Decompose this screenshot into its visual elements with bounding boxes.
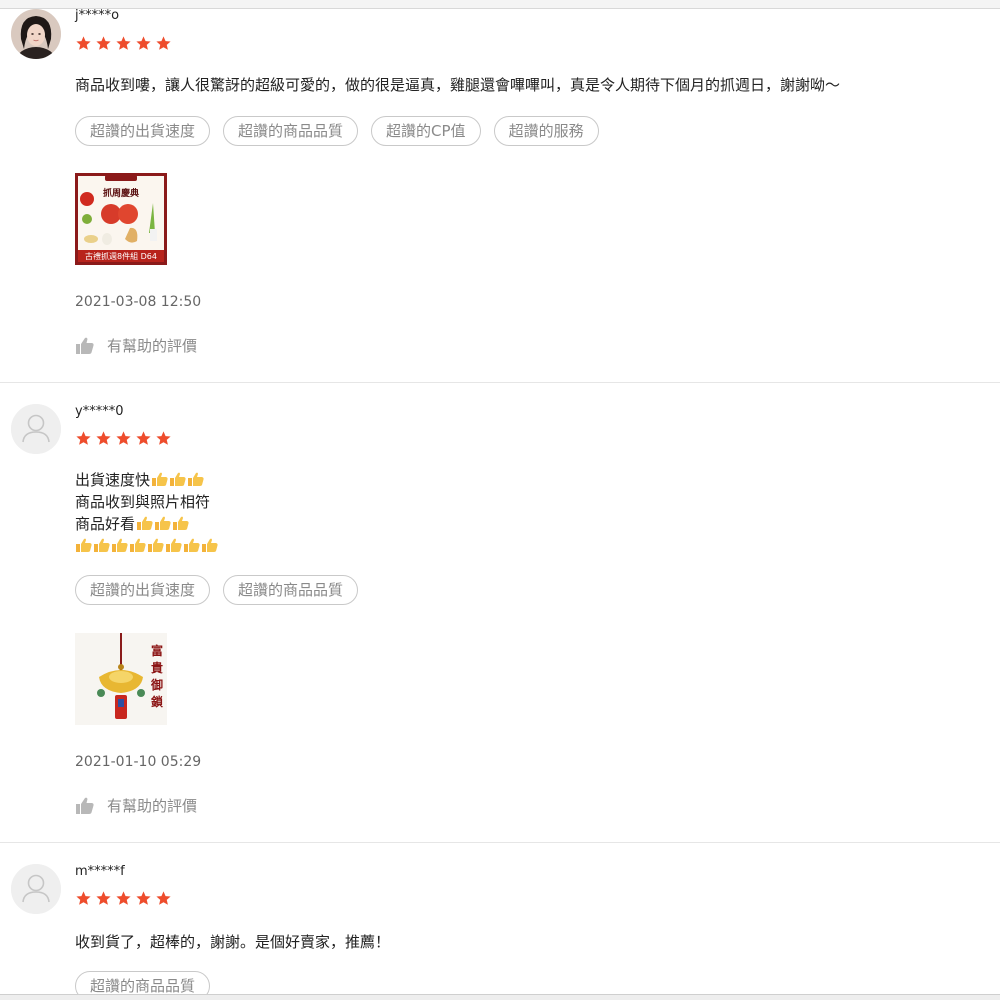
default-user-icon xyxy=(11,864,61,914)
thumbs-up-emoji-group xyxy=(75,538,219,553)
review-timestamp: 2021-01-10 05:29 xyxy=(75,754,202,770)
star-icon xyxy=(116,431,131,445)
review-item: y*****0 出貨速度快 商品收到與照片相符 商品好看 超讚的出貨速度 超讚的… xyxy=(0,383,1000,843)
star-icon xyxy=(116,36,131,50)
product-photo-icon: 富 貴 御 鎖 xyxy=(75,633,167,725)
reviewer-username: j*****o xyxy=(75,8,120,23)
star-rating xyxy=(75,430,172,447)
thumbs-up-emoji-group xyxy=(136,516,190,531)
photo-label: 古禮抓週8件組 D64 xyxy=(85,251,157,261)
helpful-label: 有幫助的評價 xyxy=(107,797,198,815)
helpful-button[interactable]: 有幫助的評價 xyxy=(75,795,197,816)
thumbs-up-emoji-icon xyxy=(202,538,218,552)
review-item: j*****o 商品收到嘍，讓人很驚訝的超級可愛的，做的很是逼真，雞腿還會嗶嗶叫… xyxy=(0,0,1000,383)
review-comment: 商品收到嘍，讓人很驚訝的超級可愛的，做的很是逼真，雞腿還會嗶嗶叫，真是令人期待下… xyxy=(75,74,840,96)
product-photo-icon: 抓周慶典 古禮抓週8件組 D64 xyxy=(75,173,167,265)
star-icon xyxy=(156,36,171,50)
review-comment: 出貨速度快 商品收到與照片相符 商品好看 xyxy=(75,469,219,557)
review-tag[interactable]: 超讚的商品品質 xyxy=(223,116,359,146)
review-comment: 收到貨了，超棒的，謝謝。是個好賣家，推薦！ xyxy=(75,931,390,953)
helpful-label: 有幫助的評價 xyxy=(107,337,198,355)
thumbs-up-emoji-icon xyxy=(152,472,168,486)
comment-line: 商品收到與照片相符 xyxy=(75,493,211,511)
avatar[interactable] xyxy=(11,404,61,454)
avatar[interactable] xyxy=(11,864,61,914)
thumbs-up-emoji-icon xyxy=(94,538,110,552)
review-tag[interactable]: 超讚的商品品質 xyxy=(223,575,359,605)
star-icon xyxy=(96,891,111,905)
thumbs-up-icon xyxy=(76,337,94,354)
reviewer-username: m*****f xyxy=(75,864,125,879)
thumbs-up-icon xyxy=(76,797,94,814)
avatar[interactable] xyxy=(11,9,61,59)
thumbs-up-emoji-icon xyxy=(188,472,204,486)
review-timestamp: 2021-03-08 12:50 xyxy=(75,294,202,310)
thumbs-up-emoji-icon xyxy=(155,516,171,530)
review-list-page: j*****o 商品收到嘍，讓人很驚訝的超級可愛的，做的很是逼真，雞腿還會嗶嗶叫… xyxy=(0,0,1000,1000)
comment-line: 收到貨了，超棒的，謝謝。是個好賣家，推薦！ xyxy=(75,933,391,951)
star-icon xyxy=(76,36,91,50)
comment-line-text: 出貨速度快 xyxy=(75,471,151,489)
thumbs-up-emoji-icon xyxy=(130,538,146,552)
thumbs-up-emoji-icon xyxy=(76,538,92,552)
review-photo[interactable]: 富 貴 御 鎖 xyxy=(75,633,167,725)
star-rating xyxy=(75,35,172,52)
thumbs-up-emoji-icon xyxy=(148,538,164,552)
thumbs-up-emoji-icon xyxy=(166,538,182,552)
thumbs-up-emoji-icon xyxy=(137,516,153,530)
star-icon xyxy=(116,891,131,905)
star-icon xyxy=(156,891,171,905)
review-tag[interactable]: 超讚的出貨速度 xyxy=(75,116,211,146)
star-icon xyxy=(136,431,151,445)
review-tag[interactable]: 超讚的服務 xyxy=(493,116,599,146)
thumbs-up-emoji-icon xyxy=(184,538,200,552)
reviewer-username: y*****0 xyxy=(75,404,124,419)
photo-title-char: 御 xyxy=(150,677,163,692)
star-rating xyxy=(75,890,172,907)
photo-title-char: 貴 xyxy=(151,660,163,675)
comment-line: 出貨速度快 xyxy=(75,469,219,491)
window-bottom-edge xyxy=(0,994,1000,1000)
comment-line-text: 商品好看 xyxy=(75,515,136,533)
star-icon xyxy=(156,431,171,445)
photo-title: 抓周慶典 xyxy=(103,187,139,199)
photo-title-char: 鎖 xyxy=(151,694,164,709)
comment-line: 商品好看 xyxy=(75,513,219,535)
default-user-icon xyxy=(11,404,61,454)
thumbs-up-emoji-group xyxy=(151,472,205,487)
thumbs-up-emoji-icon xyxy=(170,472,186,486)
star-icon xyxy=(76,431,91,445)
star-icon xyxy=(136,36,151,50)
review-tags: 超讚的出貨速度 超讚的商品品質 xyxy=(75,575,359,605)
helpful-button[interactable]: 有幫助的評價 xyxy=(75,335,197,356)
star-icon xyxy=(76,891,91,905)
star-icon xyxy=(136,891,151,905)
review-tag[interactable]: 超讚的CP值 xyxy=(371,116,481,146)
review-tag[interactable]: 超讚的出貨速度 xyxy=(75,575,211,605)
review-photo[interactable]: 抓周慶典 古禮抓週8件組 D64 xyxy=(75,173,167,265)
thumbs-up-emoji-icon xyxy=(112,538,128,552)
photo-title-char: 富 xyxy=(151,643,163,658)
thumbs-up-emoji-icon xyxy=(173,516,189,530)
user-photo-icon xyxy=(11,9,61,59)
review-tags: 超讚的出貨速度 超讚的商品品質 超讚的CP值 超讚的服務 xyxy=(75,116,599,146)
comment-line xyxy=(75,535,219,557)
review-item: m*****f 收到貨了，超棒的，謝謝。是個好賣家，推薦！ 超讚的商品品質 xyxy=(0,843,1000,1000)
comment-line: 商品收到嘍，讓人很驚訝的超級可愛的，做的很是逼真，雞腿還會嗶嗶叫，真是令人期待下… xyxy=(75,76,841,94)
star-icon xyxy=(96,431,111,445)
star-icon xyxy=(96,36,111,50)
